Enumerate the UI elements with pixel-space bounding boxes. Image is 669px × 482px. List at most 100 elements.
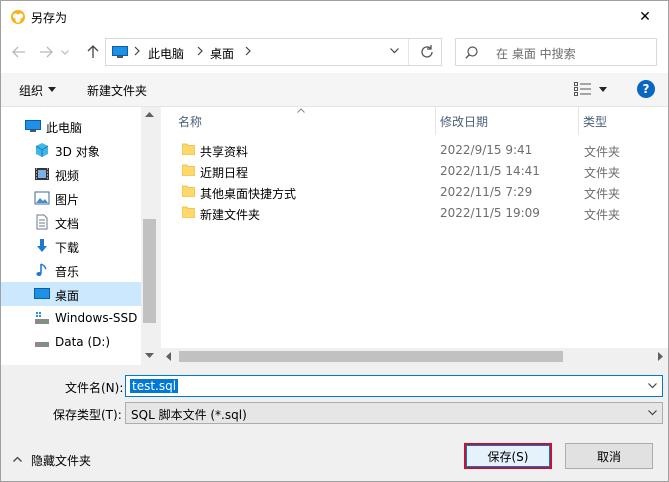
title-bar: 另存为 ✕ bbox=[1, 1, 668, 32]
command-toolbar: 组织 新建文件夹 ? bbox=[1, 73, 668, 107]
nav-item-downloads[interactable]: 下载 bbox=[1, 234, 141, 258]
nav-item-documents[interactable]: 文档 bbox=[1, 210, 141, 234]
filename-input[interactable]: test.sql bbox=[125, 375, 663, 397]
scrollbar-thumb[interactable] bbox=[179, 351, 563, 362]
folder-icon bbox=[182, 206, 195, 218]
filetype-value: SQL 脚本文件 (*.sql) bbox=[131, 408, 247, 422]
file-list: 名称 修改日期 类型 共享资料 2022/9/15 9:41 文件夹 近期日程 … bbox=[161, 107, 668, 365]
organize-menu[interactable]: 组织 bbox=[19, 82, 43, 99]
sort-ascending-icon bbox=[297, 108, 305, 113]
nav-label: 图片 bbox=[55, 193, 80, 207]
file-type: 文件夹 bbox=[584, 145, 621, 159]
chevron-right-icon bbox=[245, 46, 251, 56]
scroll-down-icon[interactable] bbox=[145, 353, 154, 358]
nav-item-music[interactable]: 音乐 bbox=[1, 258, 141, 282]
cancel-button-label: 取消 bbox=[596, 449, 621, 464]
search-placeholder: 在 桌面 中搜索 bbox=[496, 47, 576, 61]
nav-label: 下载 bbox=[55, 241, 80, 255]
filename-value[interactable]: test.sql bbox=[130, 379, 179, 393]
nav-item-3d-objects[interactable]: 3D 对象 bbox=[1, 138, 141, 162]
scroll-left-icon[interactable] bbox=[166, 352, 171, 361]
column-header-date[interactable]: 修改日期 bbox=[436, 107, 578, 135]
file-name: 共享资料 bbox=[200, 145, 249, 159]
nav-item-this-pc[interactable]: 此电脑 bbox=[1, 114, 141, 138]
scroll-up-icon[interactable] bbox=[145, 112, 154, 117]
column-label: 类型 bbox=[583, 115, 608, 129]
horizontal-scrollbar[interactable] bbox=[161, 348, 668, 365]
download-icon bbox=[37, 239, 47, 252]
file-date: 2022/11/5 14:41 bbox=[440, 164, 540, 178]
scroll-right-icon[interactable] bbox=[658, 352, 663, 361]
hide-folders-label: 隐藏文件夹 bbox=[31, 454, 92, 468]
caret-down-icon[interactable] bbox=[599, 87, 607, 92]
nav-item-data-d[interactable]: Data (D:) bbox=[1, 330, 141, 354]
filetype-label: 保存类型(T): bbox=[53, 408, 122, 422]
chevron-up-icon bbox=[13, 456, 22, 462]
nav-scrollbar[interactable] bbox=[141, 107, 158, 365]
chevron-down-icon[interactable] bbox=[648, 383, 657, 389]
file-date: 2022/11/5 19:09 bbox=[440, 206, 540, 220]
nav-item-videos[interactable]: 视频 bbox=[1, 162, 141, 186]
divider bbox=[408, 39, 409, 65]
save-as-dialog: 另存为 ✕ 此电脑 桌面 在 桌面 中搜索 组织 新建文件夹 ? 此电脑 3D … bbox=[0, 0, 669, 482]
caret-down-icon bbox=[48, 87, 56, 92]
file-name: 其他桌面快捷方式 bbox=[200, 187, 297, 201]
chevron-down-icon bbox=[61, 49, 69, 55]
chevron-down-icon[interactable] bbox=[390, 48, 399, 54]
document-icon bbox=[36, 214, 48, 230]
arrow-left-icon bbox=[12, 46, 25, 58]
search-icon bbox=[465, 46, 478, 59]
file-date: 2022/11/5 7:29 bbox=[440, 185, 533, 199]
folder-icon bbox=[182, 185, 195, 197]
music-icon bbox=[36, 263, 47, 276]
file-type: 文件夹 bbox=[584, 166, 621, 180]
arrow-right-icon bbox=[40, 46, 53, 58]
column-label: 修改日期 bbox=[440, 115, 489, 129]
chevron-right-icon bbox=[134, 46, 140, 56]
help-button[interactable]: ? bbox=[637, 80, 655, 98]
back-button[interactable] bbox=[9, 42, 29, 62]
refresh-icon[interactable] bbox=[419, 44, 435, 60]
nav-item-windows-ssd[interactable]: Windows-SSD bbox=[1, 306, 141, 330]
new-folder-button[interactable]: 新建文件夹 bbox=[87, 82, 147, 99]
scrollbar-thumb[interactable] bbox=[143, 219, 156, 323]
file-row[interactable]: 近期日程 2022/11/5 14:41 文件夹 bbox=[171, 161, 668, 182]
nav-label: 3D 对象 bbox=[55, 145, 100, 159]
nav-label: 文档 bbox=[55, 217, 80, 231]
breadcrumb-this-pc[interactable]: 此电脑 bbox=[148, 45, 184, 62]
filename-label: 文件名(N): bbox=[65, 381, 124, 395]
chevron-down-icon[interactable] bbox=[648, 410, 657, 416]
file-name: 近期日程 bbox=[200, 166, 249, 180]
picture-icon bbox=[34, 191, 50, 205]
desktop-icon bbox=[34, 288, 50, 299]
file-row[interactable]: 共享资料 2022/9/15 9:41 文件夹 bbox=[171, 140, 668, 161]
computer-icon bbox=[112, 46, 128, 58]
save-button[interactable]: 保存(S) bbox=[464, 443, 552, 469]
save-button-label: 保存(S) bbox=[487, 449, 529, 464]
cancel-button[interactable]: 取消 bbox=[565, 443, 653, 469]
nav-label: 此电脑 bbox=[46, 121, 83, 135]
file-type: 文件夹 bbox=[584, 187, 621, 201]
search-box[interactable]: 在 桌面 中搜索 bbox=[455, 38, 657, 66]
forward-button[interactable] bbox=[36, 42, 56, 62]
breadcrumb-desktop[interactable]: 桌面 bbox=[210, 45, 234, 62]
file-row[interactable]: 其他桌面快捷方式 2022/11/5 7:29 文件夹 bbox=[171, 182, 668, 203]
nav-item-pictures[interactable]: 图片 bbox=[1, 186, 141, 210]
window-title: 另存为 bbox=[31, 11, 68, 25]
close-button[interactable]: ✕ bbox=[622, 1, 668, 32]
file-row[interactable]: 新建文件夹 2022/11/5 19:09 文件夹 bbox=[171, 203, 668, 224]
drive-icon bbox=[35, 312, 49, 324]
column-header-name[interactable]: 名称 bbox=[161, 107, 435, 135]
file-date: 2022/9/15 9:41 bbox=[440, 143, 533, 157]
nav-item-desktop[interactable]: 桌面 bbox=[1, 282, 141, 306]
navigation-bar: 此电脑 桌面 在 桌面 中搜索 bbox=[1, 32, 668, 73]
view-options-icon[interactable] bbox=[574, 82, 592, 96]
video-icon bbox=[35, 168, 49, 180]
column-header-type[interactable]: 类型 bbox=[579, 107, 668, 135]
up-button[interactable] bbox=[83, 42, 103, 62]
nav-label: 音乐 bbox=[55, 265, 80, 279]
recent-locations-button[interactable] bbox=[58, 42, 72, 62]
address-bar[interactable]: 此电脑 桌面 bbox=[105, 38, 442, 66]
filetype-select[interactable]: SQL 脚本文件 (*.sql) bbox=[125, 402, 663, 424]
drive-icon bbox=[35, 342, 49, 347]
